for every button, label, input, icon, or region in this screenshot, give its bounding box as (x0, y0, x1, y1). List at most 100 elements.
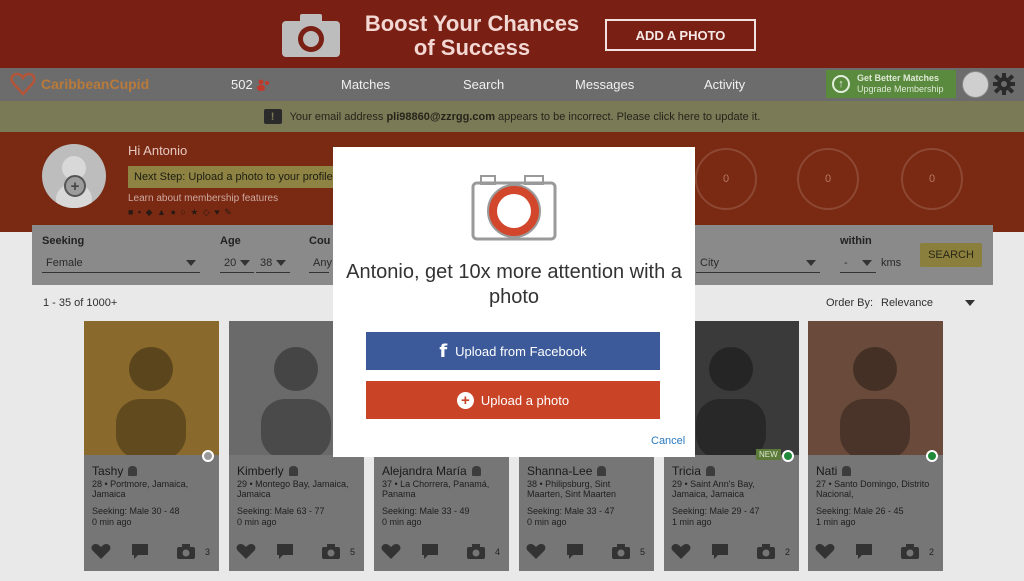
profile-name-row: Nati (816, 464, 852, 478)
profile-name[interactable]: Shanna-Lee (527, 464, 592, 478)
profile-location: 29 • Montego Bay, Jamaica, Jamaica (237, 479, 349, 499)
camera-small-icon (322, 544, 340, 559)
logo-text: CaribbeanCupid (41, 76, 150, 92)
profile-seeking: Seeking: Male 33 - 47 (527, 506, 615, 516)
card-actions (815, 544, 919, 559)
order-by-select[interactable]: Relevance (881, 297, 979, 309)
chevron-down-icon (965, 300, 975, 306)
profile-location: 28 • Portmore, Jamaica, Jamaica (92, 479, 189, 499)
search-button[interactable]: SEARCH (920, 243, 982, 267)
order-by-label: Order By: (826, 297, 874, 309)
profile-photo[interactable] (84, 321, 219, 455)
email-notice[interactable]: ! Your email address pli98860@zzrgg.com … (0, 101, 1024, 132)
nav-messages[interactable]: Messages (575, 77, 634, 92)
age-min-value: 20 (224, 256, 237, 269)
heart-logo-icon (10, 72, 36, 96)
upload-from-facebook-button[interactable]: f Upload from Facebook (366, 332, 660, 370)
profile-name[interactable]: Kimberly (237, 464, 284, 478)
heart-icon (381, 544, 401, 559)
country-select[interactable]: Any (309, 253, 332, 273)
message-icon (712, 544, 728, 559)
photo-count: 5 (640, 547, 646, 557)
age-max-value: 38 (260, 256, 273, 269)
chevron-down-icon (806, 259, 816, 266)
seeking-select[interactable]: Female (42, 253, 200, 273)
profile-location: 38 • Philipsburg, Sint Maarten, Sint Maa… (527, 479, 617, 499)
favorites-stat[interactable]: 0 (901, 148, 963, 210)
age-min-select[interactable]: 20 (220, 253, 254, 273)
upgrade-button[interactable]: ↑ Get Better Matches Upgrade Membership (826, 70, 956, 98)
message-icon (422, 544, 438, 559)
city-select[interactable]: City (696, 253, 820, 273)
new-badge: NEW (756, 449, 781, 460)
photo-count: 3 (205, 547, 211, 557)
membership-features-link[interactable]: Learn about membership features (128, 193, 278, 204)
message-icon (856, 544, 872, 559)
profile-photo[interactable] (808, 321, 943, 455)
camera-small-icon (901, 544, 919, 559)
results-count: 1 - 35 of 1000+ (43, 297, 118, 309)
facebook-icon: f (439, 340, 448, 362)
cancel-link[interactable]: Cancel (651, 435, 685, 447)
upload-photo-button[interactable]: + Upload a photo (366, 381, 660, 419)
profile-location: 29 • Saint Ann's Bay, Jamaica, Jamaica (672, 479, 755, 499)
person-icon (597, 466, 607, 476)
person-photo-graphic (116, 347, 186, 455)
profile-name[interactable]: Nati (816, 464, 837, 478)
profile-seeking: Seeking: Male 33 - 49 (382, 506, 470, 516)
notice-email: pli98860@zzrgg.com (386, 110, 495, 123)
within-select[interactable]: - (840, 253, 876, 273)
nav-activity[interactable]: Activity (704, 77, 745, 92)
camera-small-icon (467, 544, 485, 559)
profile-seeking: Seeking: Male 26 - 45 (816, 506, 904, 516)
greeting: Hi Antonio (128, 143, 188, 158)
card-actions (526, 544, 630, 559)
profile-name-row: Alejandra María (382, 464, 481, 478)
heart-icon (236, 544, 256, 559)
photo-count: 5 (350, 547, 356, 557)
profile-card[interactable]: Tashy 28 • Portmore, Jamaica, Jamaica Se… (84, 321, 219, 571)
message-icon (132, 544, 148, 559)
views-count: 0 (824, 173, 832, 185)
person-icon (128, 466, 138, 476)
nav-search[interactable]: Search (463, 77, 504, 92)
gear-icon[interactable] (993, 73, 1015, 95)
age-max-select[interactable]: 38 (256, 253, 290, 273)
chevron-down-icon (186, 259, 196, 266)
message-icon (567, 544, 583, 559)
promo-banner: Boost Your Chances of Success ADD A PHOT… (0, 0, 1024, 68)
profile-name[interactable]: Tashy (92, 464, 123, 478)
logo[interactable]: CaribbeanCupid (10, 72, 149, 96)
online-status-dot (202, 450, 214, 462)
upgrade-subtitle: Upgrade Membership (857, 84, 944, 94)
person-icon (471, 466, 481, 476)
likes-stat[interactable]: 0 (695, 148, 757, 210)
add-photo-icon[interactable]: + (64, 175, 86, 197)
interest-count[interactable]: 502 (231, 77, 270, 92)
photo-count: 4 (495, 547, 501, 557)
camera-icon (471, 175, 557, 241)
views-stat[interactable]: 0 (797, 148, 859, 210)
within-value: - (844, 256, 848, 269)
profile-last-active: 0 min ago (382, 517, 422, 527)
camera-small-icon (612, 544, 630, 559)
person-photo-graphic (840, 347, 910, 455)
main-nav: CaribbeanCupid 502 Matches Search Messag… (0, 68, 1024, 101)
profile-location: 27 • Santo Domingo, Distrito Nacional, (816, 479, 930, 499)
camera-small-icon (177, 544, 195, 559)
seeking-value: Female (46, 256, 83, 269)
profile-name[interactable]: Tricia (672, 464, 701, 478)
next-step-prompt[interactable]: Next Step: Upload a photo to your profil… (128, 166, 339, 188)
add-photo-button[interactable]: ADD A PHOTO (605, 19, 756, 51)
chevron-down-icon (862, 259, 872, 266)
avatar[interactable] (962, 71, 989, 98)
nav-matches[interactable]: Matches (341, 77, 390, 92)
arrow-up-icon: ↑ (832, 75, 850, 93)
upload-button-label: Upload a photo (480, 392, 570, 408)
profile-card[interactable]: Nati 27 • Santo Domingo, Distrito Nacion… (808, 321, 943, 571)
card-actions (671, 544, 775, 559)
card-actions (381, 544, 485, 559)
profile-name[interactable]: Alejandra María (382, 464, 467, 478)
likes-count: 0 (722, 173, 730, 185)
age-label: Age (220, 235, 241, 247)
